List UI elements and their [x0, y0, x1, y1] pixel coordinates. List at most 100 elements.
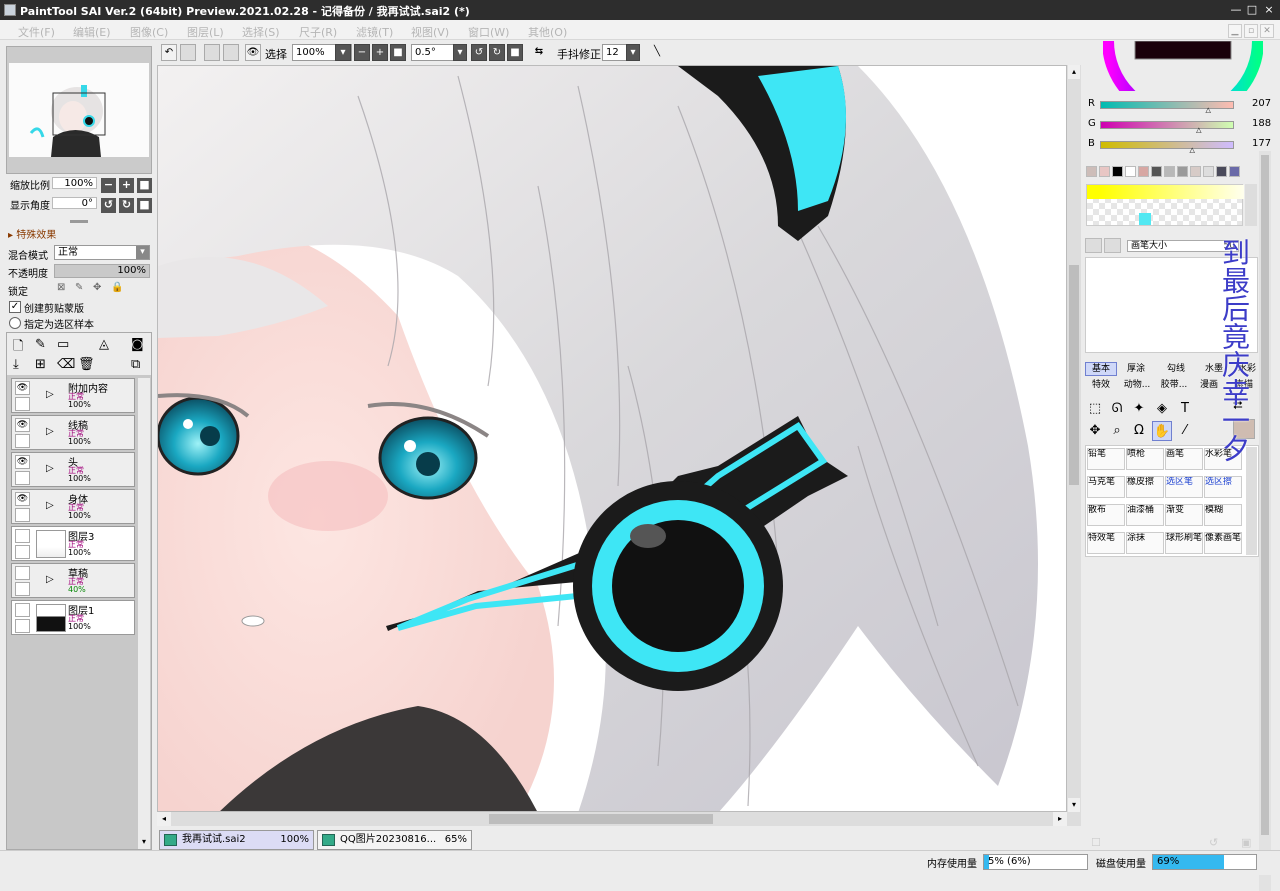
panel-save-icon[interactable]: ▣	[1241, 836, 1251, 849]
tool-tab[interactable]: 厚涂	[1120, 363, 1152, 377]
magic-wand-icon[interactable]: ✦	[1129, 399, 1149, 419]
layer-row[interactable]: 图层1 正常 100%	[11, 600, 135, 635]
color-wheel[interactable]	[1103, 41, 1263, 91]
brush-grid-scrollbar[interactable]	[1246, 447, 1257, 555]
close-button[interactable]: ×	[1261, 2, 1277, 18]
nav-zoom-out-button[interactable]: −	[101, 178, 116, 193]
swatch[interactable]	[1203, 166, 1214, 177]
layer-row[interactable]: 图层3 正常 100%	[11, 526, 135, 561]
straight-line-icon[interactable]: ╲	[649, 44, 665, 61]
rect-select-icon[interactable]: ⬚	[1085, 399, 1105, 419]
layer-lock-toggle[interactable]	[15, 619, 30, 633]
blend-dropdown-icon[interactable]: ▾	[136, 246, 149, 259]
menu-image[interactable]: 图像(C)	[130, 24, 168, 40]
current-color-a[interactable]	[1085, 238, 1102, 253]
stabilizer-dropdown-icon[interactable]: ▾	[626, 44, 640, 61]
brush-select-pen[interactable]: 选区笔	[1165, 476, 1203, 498]
rotate-right-button[interactable]: ↻	[489, 44, 505, 61]
folder-expand-icon[interactable]: ▷	[46, 389, 54, 400]
undo-icon[interactable]: ↶	[161, 44, 177, 61]
move-icon[interactable]: ✥	[1085, 421, 1105, 441]
blue-marker[interactable]: △	[1189, 146, 1194, 154]
green-slider-row[interactable]: G △ 188	[1086, 118, 1276, 134]
swatch[interactable]	[1125, 166, 1136, 177]
text-icon[interactable]: T	[1175, 399, 1195, 419]
blue-slider-row[interactable]: B △ 177	[1086, 138, 1276, 154]
lock-transparency-icon[interactable]: ⊠	[57, 282, 65, 293]
red-marker[interactable]: △	[1206, 106, 1211, 114]
menu-select[interactable]: 选择(S)	[242, 24, 280, 40]
menu-view[interactable]: 视图(V)	[411, 24, 449, 40]
nav-angle-slider[interactable]: 0°	[52, 197, 97, 209]
palette-scrollbar[interactable]	[1245, 184, 1257, 226]
folder-expand-icon[interactable]: ▷	[46, 500, 54, 511]
deselect-icon[interactable]	[204, 44, 220, 61]
eye-icon[interactable]: 👁	[15, 418, 30, 432]
layer-lock-toggle[interactable]	[15, 508, 30, 522]
redo-icon[interactable]	[180, 44, 196, 61]
brush-bucket[interactable]: 油漆桶	[1126, 504, 1164, 526]
layer-row[interactable]: 👁 ▷ 附加内容 正常 100%	[11, 378, 135, 413]
layer-lock-toggle[interactable]	[15, 434, 30, 448]
brush-pencil[interactable]: 铅笔	[1087, 448, 1125, 470]
nav-rotate-reset-button[interactable]: ■	[137, 198, 152, 213]
blue-value[interactable]: 177	[1252, 138, 1271, 149]
zoom-reset-button[interactable]: ■	[390, 44, 406, 61]
tool-tab[interactable]: 特效	[1085, 379, 1117, 393]
layer-lock-toggle[interactable]	[15, 397, 30, 411]
visibility-toggle[interactable]	[15, 529, 30, 543]
swatch[interactable]	[1216, 166, 1227, 177]
clip-checkbox[interactable]: ✓	[9, 301, 21, 313]
zoom-out-button[interactable]: −	[354, 44, 370, 61]
flip-icon[interactable]: ⇆	[531, 44, 547, 61]
layer-lock-toggle[interactable]	[15, 582, 30, 596]
swatch[interactable]	[1229, 166, 1240, 177]
tool-tab[interactable]: 勾线	[1160, 363, 1192, 377]
zoom-in-button[interactable]: +	[372, 44, 388, 61]
doc-restore-button[interactable]: ▫	[1244, 24, 1258, 38]
nav-rotate-left-button[interactable]: ↺	[101, 198, 116, 213]
new-folder-icon[interactable]: ▭	[57, 337, 69, 352]
lock-move-icon[interactable]: ✥	[93, 282, 101, 293]
green-marker[interactable]: △	[1196, 126, 1201, 134]
swatch[interactable]	[1164, 166, 1175, 177]
red-bar[interactable]	[1100, 101, 1234, 109]
brush-smudge[interactable]: 涂抹	[1126, 532, 1164, 554]
zoom-icon[interactable]: ⌕	[1107, 421, 1127, 441]
rotate-left-button[interactable]: ↺	[471, 44, 487, 61]
merge-down-icon[interactable]: ⊞	[35, 357, 46, 372]
rotation-dropdown-icon[interactable]: ▾	[453, 44, 467, 61]
red-value[interactable]: 207	[1252, 98, 1271, 109]
swatch[interactable]	[1138, 166, 1149, 177]
brush-airbrush[interactable]: 喷枪	[1126, 448, 1164, 470]
doc-close-button[interactable]: ✕	[1260, 24, 1274, 38]
layer-scroll-down-icon[interactable]: ▾	[138, 837, 150, 849]
folder-expand-icon[interactable]: ▷	[46, 426, 54, 437]
swatch[interactable]	[1190, 166, 1201, 177]
nav-zoom-in-button[interactable]: +	[119, 178, 134, 193]
brush-marker[interactable]: 马克笔	[1087, 476, 1125, 498]
menu-ruler[interactable]: 尺子(R)	[299, 24, 337, 40]
layer-row[interactable]: 👁 ▷ 线稿 正常 100%	[11, 415, 135, 450]
panel-splitter[interactable]	[70, 220, 88, 223]
navigator-thumbnail[interactable]	[9, 63, 149, 157]
color-palette-grid[interactable]	[1086, 184, 1244, 226]
eye-icon[interactable]: 👁	[245, 44, 261, 61]
mask-icon[interactable]: ◬	[99, 337, 109, 352]
eye-icon[interactable]: 👁	[15, 492, 30, 506]
scroll-right-icon[interactable]: ▸	[1053, 812, 1067, 826]
palette-row-yellow[interactable]	[1087, 185, 1244, 199]
swatch[interactable]	[1086, 166, 1097, 177]
select-toggle-label[interactable]: 选择	[265, 46, 287, 62]
swatch[interactable]	[1099, 166, 1110, 177]
layer-scrollbar[interactable]	[138, 378, 150, 838]
red-slider-row[interactable]: R △ 207	[1086, 98, 1276, 114]
doc-tab[interactable]: 我再试试.sai2 100%	[159, 830, 314, 850]
menu-layer[interactable]: 图层(L)	[187, 24, 224, 40]
folder-expand-icon[interactable]: ▷	[46, 574, 54, 585]
palette-cyan-cell[interactable]	[1139, 213, 1151, 225]
rotate-reset-button[interactable]: ■	[507, 44, 523, 61]
lock-all-icon[interactable]: 🔒	[111, 282, 123, 293]
layer-row[interactable]: ▷ 草稿 正常 40%	[11, 563, 135, 598]
lock-paint-icon[interactable]: ✎	[75, 282, 83, 293]
